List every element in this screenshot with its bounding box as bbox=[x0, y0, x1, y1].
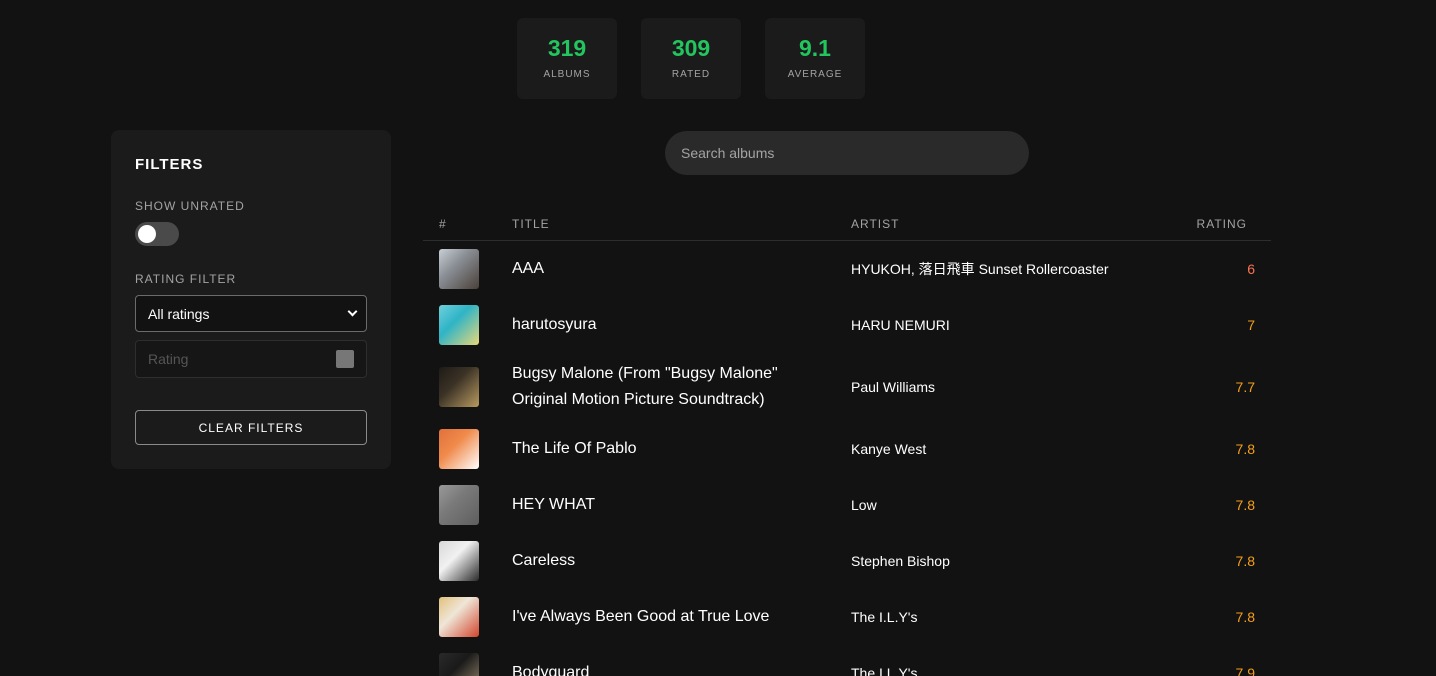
stat-average-label: AVERAGE bbox=[787, 69, 843, 80]
rating-input-placeholder: Rating bbox=[148, 351, 189, 367]
stat-rated-label: RATED bbox=[671, 69, 711, 80]
stat-average-value: 9.1 bbox=[799, 35, 831, 61]
album-artist: Low bbox=[851, 496, 877, 513]
album-cover bbox=[439, 484, 479, 525]
header-rating[interactable]: RATING bbox=[1197, 217, 1247, 231]
album-rating: 7.7 bbox=[1235, 378, 1255, 395]
rating-filter-selected: All ratings bbox=[148, 305, 210, 322]
spinner-icon[interactable] bbox=[336, 350, 354, 368]
chevron-down-icon bbox=[347, 306, 358, 317]
album-artist: Paul Williams bbox=[851, 378, 936, 395]
stat-rated-value: 309 bbox=[671, 35, 711, 61]
header-num: # bbox=[439, 217, 447, 231]
album-artist: Kanye West bbox=[851, 440, 927, 457]
album-title[interactable]: Careless bbox=[512, 548, 812, 574]
show-unrated-label: SHOW UNRATED bbox=[135, 199, 245, 213]
table-row[interactable]: harutosyura HARU NEMURI 7 bbox=[423, 297, 1271, 353]
album-rating: 6 bbox=[1247, 260, 1255, 277]
album-title[interactable]: AAA bbox=[512, 256, 812, 282]
table-row[interactable]: The Life Of Pablo Kanye West 7.8 bbox=[423, 421, 1271, 477]
album-rating: 7.8 bbox=[1235, 496, 1255, 513]
album-title[interactable]: The Life Of Pablo bbox=[512, 436, 812, 462]
stat-albums-value: 319 bbox=[547, 35, 587, 61]
rating-filter-label: RATING FILTER bbox=[135, 272, 237, 286]
album-rating: 7.8 bbox=[1235, 440, 1255, 457]
album-rating: 7.8 bbox=[1235, 608, 1255, 625]
album-rating: 7 bbox=[1247, 316, 1255, 333]
search-input[interactable]: Search albums bbox=[665, 131, 1029, 175]
album-cover bbox=[439, 366, 479, 407]
album-rating: 7.9 bbox=[1235, 664, 1255, 676]
rating-input[interactable]: Rating bbox=[135, 340, 367, 378]
table-row[interactable]: HEY WHAT Low 7.8 bbox=[423, 477, 1271, 533]
album-cover bbox=[439, 248, 479, 289]
table-header: # TITLE ARTIST RATING bbox=[423, 206, 1271, 241]
table-row[interactable]: Bugsy Malone (From "Bugsy Malone" Origin… bbox=[423, 353, 1271, 421]
stat-average: 9.1 AVERAGE bbox=[765, 18, 865, 99]
album-title[interactable]: I've Always Been Good at True Love bbox=[512, 604, 812, 630]
album-artist: HARU NEMURI bbox=[851, 316, 950, 333]
table-row[interactable]: Careless Stephen Bishop 7.8 bbox=[423, 533, 1271, 589]
album-cover bbox=[439, 304, 479, 345]
table-row[interactable]: I've Always Been Good at True Love The I.… bbox=[423, 589, 1271, 645]
table-body: AAA HYUKOH, 落日飛車 Sunset Rollercoaster 6 har… bbox=[423, 241, 1271, 676]
album-cover bbox=[439, 428, 479, 469]
album-title[interactable]: harutosyura bbox=[512, 312, 812, 338]
show-unrated-toggle[interactable] bbox=[135, 222, 179, 246]
album-rating: 7.8 bbox=[1235, 552, 1255, 569]
album-title[interactable]: Bugsy Malone (From "Bugsy Malone" Origin… bbox=[512, 361, 812, 413]
table-row[interactable]: AAA HYUKOH, 落日飛車 Sunset Rollercoaster 6 bbox=[423, 241, 1271, 297]
filters-panel: FILTERS SHOW UNRATED RATING FILTER All r… bbox=[111, 130, 391, 469]
header-title[interactable]: TITLE bbox=[512, 217, 550, 231]
stat-rated: 309 RATED bbox=[641, 18, 741, 99]
album-cover bbox=[439, 652, 479, 676]
search-placeholder: Search albums bbox=[681, 145, 775, 161]
clear-filters-button[interactable]: CLEAR FILTERS bbox=[135, 410, 367, 445]
album-title[interactable]: Bodyguard bbox=[512, 660, 812, 676]
toggle-knob bbox=[138, 225, 156, 243]
album-artist: The I.L.Y's bbox=[851, 664, 918, 676]
album-cover bbox=[439, 540, 479, 581]
stat-albums: 319 ALBUMS bbox=[517, 18, 617, 99]
header-artist[interactable]: ARTIST bbox=[851, 217, 899, 231]
filters-title: FILTERS bbox=[135, 156, 204, 173]
album-artist: The I.L.Y's bbox=[851, 608, 918, 625]
stats-bar: 319 ALBUMS 309 RATED 9.1 AVERAGE bbox=[517, 18, 865, 99]
albums-table: # TITLE ARTIST RATING AAA HYUKOH, 落日飛車 Su… bbox=[423, 206, 1271, 676]
table-row[interactable]: Bodyguard The I.L.Y's 7.9 bbox=[423, 645, 1271, 676]
album-title[interactable]: HEY WHAT bbox=[512, 492, 812, 518]
app-page: 319 ALBUMS 309 RATED 9.1 AVERAGE FILTERS… bbox=[0, 0, 1436, 676]
rating-filter-select[interactable]: All ratings bbox=[135, 295, 367, 332]
album-artist: Stephen Bishop bbox=[851, 552, 950, 569]
album-cover bbox=[439, 596, 479, 637]
album-artist: HYUKOH, 落日飛車 Sunset Rollercoaster bbox=[851, 260, 1109, 277]
stat-albums-label: ALBUMS bbox=[543, 69, 591, 80]
